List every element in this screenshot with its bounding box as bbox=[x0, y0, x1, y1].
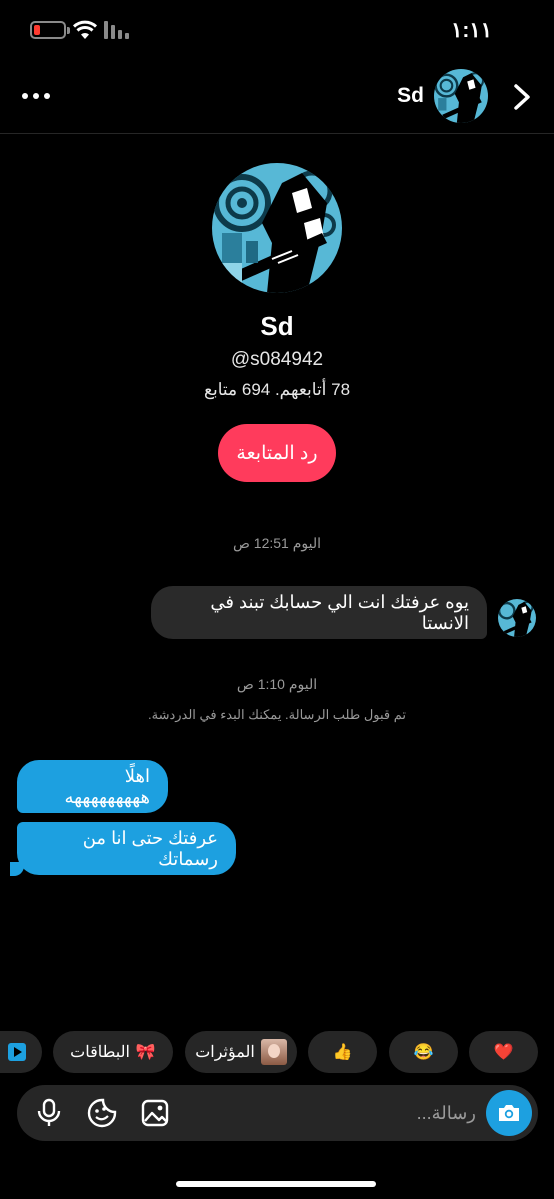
message-composer bbox=[17, 1085, 538, 1141]
battery-icon bbox=[30, 21, 70, 39]
more-dots-icon[interactable] bbox=[22, 84, 56, 108]
incoming-message-text: يوه عرفتك انت الي حسابك تبند في الانستا bbox=[210, 591, 469, 633]
chip-laugh[interactable]: 😂 bbox=[389, 1031, 458, 1073]
outgoing-message-text: عرفتك حتى انا من رسماتك bbox=[82, 827, 218, 869]
sender-avatar[interactable] bbox=[498, 599, 536, 637]
outgoing-message[interactable]: عرفتك حتى انا من رسماتك bbox=[17, 822, 236, 875]
message-timestamp: اليوم 12:51 ص bbox=[232, 535, 322, 551]
sticker-icon[interactable] bbox=[87, 1098, 117, 1128]
play-icon bbox=[8, 1043, 26, 1061]
profile-avatar[interactable] bbox=[212, 163, 342, 293]
mic-icon[interactable] bbox=[34, 1098, 64, 1128]
incoming-message[interactable]: يوه عرفتك انت الي حسابك تبند في الانستا bbox=[151, 586, 487, 639]
chevron-right-icon[interactable] bbox=[510, 82, 534, 112]
header-username[interactable]: Sd bbox=[397, 84, 424, 108]
home-indicator[interactable] bbox=[176, 1181, 376, 1187]
chip-effects[interactable]: المؤثرات bbox=[185, 1031, 297, 1073]
heart-icon: ❤️ bbox=[493, 1044, 514, 1061]
chip-video[interactable] bbox=[0, 1031, 42, 1073]
gift-bow-icon: 🎀 bbox=[135, 1044, 156, 1061]
message-input[interactable] bbox=[276, 1097, 476, 1129]
header-avatar[interactable] bbox=[434, 69, 488, 123]
chip-thumbs-up[interactable]: 👍 bbox=[308, 1031, 377, 1073]
message-timestamp: اليوم 1:10 ص bbox=[236, 676, 318, 692]
thumbs-up-icon: 👍 bbox=[332, 1044, 353, 1061]
chat-header: Sd bbox=[0, 62, 554, 134]
signal-icon bbox=[104, 21, 129, 39]
request-accepted-note: تم قبول طلب الرسالة. يمكنك البدء في الدر… bbox=[147, 707, 407, 722]
profile-stats: 78 أتابعهم. 694 متابع bbox=[203, 380, 351, 399]
chip-cards[interactable]: البطاقات 🎀 bbox=[53, 1031, 173, 1073]
status-bar: ١:١١ bbox=[0, 0, 554, 60]
camera-icon[interactable] bbox=[486, 1090, 532, 1136]
status-time: ١:١١ bbox=[451, 19, 492, 42]
profile-handle: @s084942 bbox=[230, 349, 324, 370]
gallery-icon[interactable] bbox=[140, 1098, 170, 1128]
laughing-face-icon: 😂 bbox=[413, 1044, 434, 1061]
battery-level bbox=[34, 25, 40, 35]
quick-reply-bar: البطاقات 🎀 المؤثرات 👍 😂 ❤️ bbox=[0, 1031, 554, 1073]
follow-back-button[interactable]: رد المتابعة bbox=[218, 424, 336, 482]
outgoing-message-text: اهلًا هههههههههه bbox=[64, 765, 150, 807]
chip-heart[interactable]: ❤️ bbox=[469, 1031, 538, 1073]
effects-label: المؤثرات bbox=[195, 1044, 255, 1061]
outgoing-message[interactable]: اهلًا هههههههههه bbox=[17, 760, 168, 813]
wifi-icon bbox=[72, 20, 98, 39]
effect-thumbnail bbox=[260, 1039, 287, 1065]
profile-name: Sd bbox=[260, 311, 294, 341]
cards-label: البطاقات bbox=[70, 1044, 130, 1061]
